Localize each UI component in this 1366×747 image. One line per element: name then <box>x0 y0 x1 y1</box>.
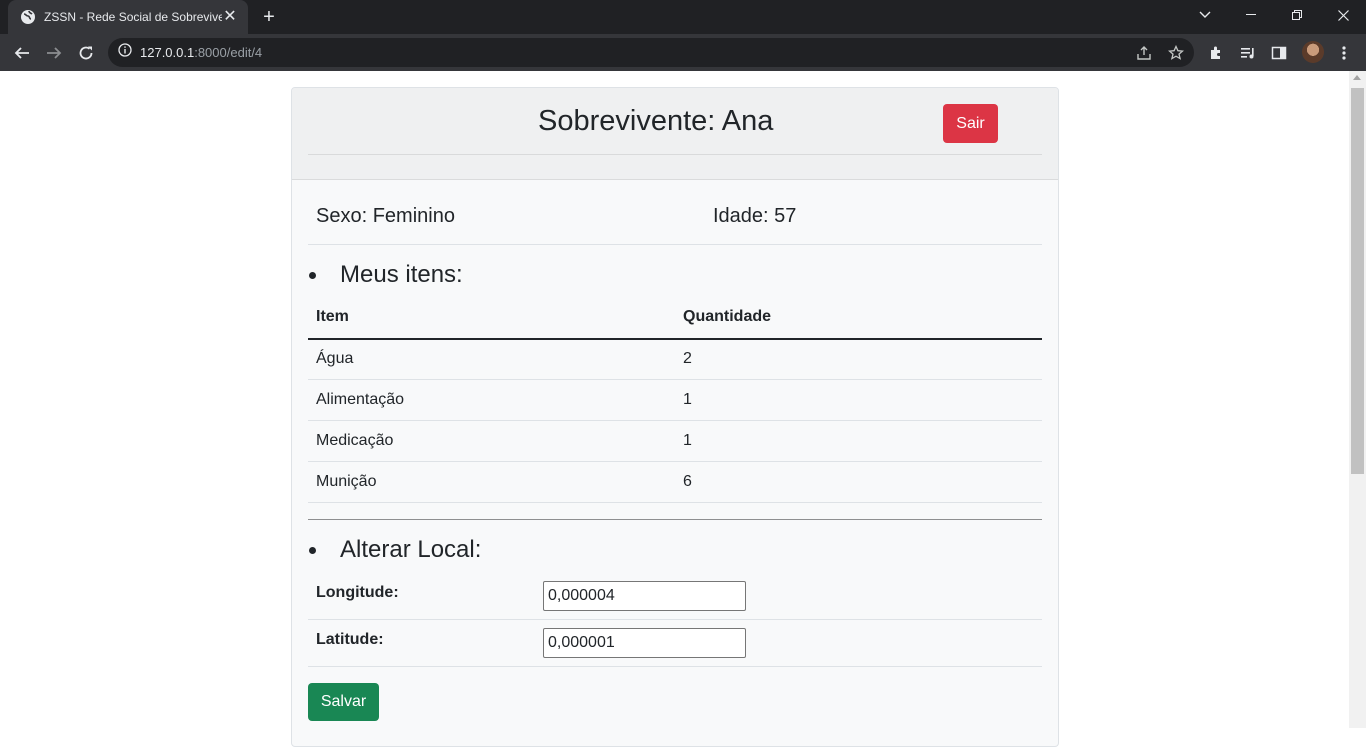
card-header: Sobrevivente: Ana Sair <box>292 88 1058 180</box>
table-cell-item: Munição <box>316 473 377 490</box>
globe-icon <box>20 9 36 25</box>
location-section-title: Alterar Local: <box>340 536 482 563</box>
latitude-label: Latitude: <box>316 631 384 648</box>
side-panel-icon[interactable] <box>1268 42 1290 64</box>
browser-toolbar: 127.0.0.1:8000/edit/4 <box>0 34 1366 71</box>
table-cell-quantity: 1 <box>683 391 692 408</box>
page-title: Sobrevivente: Ana <box>538 105 774 137</box>
url-text: 127.0.0.1:8000/edit/4 <box>140 45 262 60</box>
table-cell-quantity: 2 <box>683 350 692 367</box>
table-row-divider <box>308 461 1042 462</box>
longitude-label: Longitude: <box>316 584 399 601</box>
section-divider <box>308 519 1042 520</box>
scroll-thumb[interactable] <box>1351 88 1364 474</box>
new-tab-icon[interactable]: + <box>258 6 280 28</box>
table-cell-quantity: 1 <box>683 432 692 449</box>
address-bar[interactable]: 127.0.0.1:8000/edit/4 <box>108 38 1194 67</box>
table-row-divider <box>308 420 1042 421</box>
bullet-icon <box>309 547 316 554</box>
latitude-input[interactable] <box>543 628 746 658</box>
table-header-divider <box>308 338 1042 340</box>
url-path: :8000/edit/4 <box>194 45 263 60</box>
save-button[interactable]: Salvar <box>308 683 379 721</box>
scroll-up-arrow-icon[interactable] <box>1353 75 1361 80</box>
form-row-divider <box>308 619 1042 620</box>
column-header-quantity: Quantidade <box>683 308 772 325</box>
restore-icon[interactable] <box>1274 0 1320 30</box>
page-scrollbar[interactable] <box>1349 71 1366 728</box>
more-menu-icon[interactable] <box>1333 42 1355 64</box>
items-section-title: Meus itens: <box>340 261 463 288</box>
tab-search-icon[interactable] <box>1182 0 1228 30</box>
table-row-divider <box>308 379 1042 380</box>
table-cell-quantity: 6 <box>683 473 692 490</box>
sex-info: Sexo: Feminino <box>316 205 455 227</box>
longitude-input[interactable] <box>543 581 746 611</box>
info-divider <box>308 244 1042 245</box>
table-cell-item: Medicação <box>316 432 394 449</box>
bullet-icon <box>309 272 316 279</box>
close-window-icon[interactable] <box>1320 0 1366 30</box>
header-divider <box>308 154 1042 155</box>
forward-icon[interactable] <box>41 40 67 66</box>
site-info-icon[interactable] <box>118 43 132 62</box>
back-icon[interactable] <box>9 40 35 66</box>
extensions-icon[interactable] <box>1205 42 1227 64</box>
table-cell-item: Alimentação <box>316 391 405 408</box>
tab-title: ZSSN - Rede Social de Sobreviventes <box>44 10 222 24</box>
browser-tab[interactable]: ZSSN - Rede Social de Sobreviventes ✕ <box>8 0 248 34</box>
profile-avatar[interactable] <box>1302 41 1324 63</box>
table-cell-item: Água <box>316 350 354 367</box>
column-header-item: Item <box>316 308 349 325</box>
logout-button[interactable]: Sair <box>943 104 998 143</box>
bookmark-star-icon[interactable] <box>1164 38 1188 67</box>
share-icon[interactable] <box>1132 38 1156 67</box>
reload-icon[interactable] <box>73 40 99 66</box>
table-row-divider <box>308 502 1042 503</box>
browser-tab-bar: ZSSN - Rede Social de Sobreviventes ✕ + <box>0 0 1366 34</box>
age-info: Idade: 57 <box>713 205 797 227</box>
url-host: 127.0.0.1 <box>140 45 195 60</box>
survivor-card: Sobrevivente: Ana Sair Sexo: Feminino Id… <box>291 87 1059 747</box>
form-row-divider <box>308 666 1042 667</box>
media-control-icon[interactable] <box>1237 42 1259 64</box>
close-tab-icon[interactable]: ✕ <box>222 9 238 25</box>
minimize-icon[interactable] <box>1228 0 1274 30</box>
